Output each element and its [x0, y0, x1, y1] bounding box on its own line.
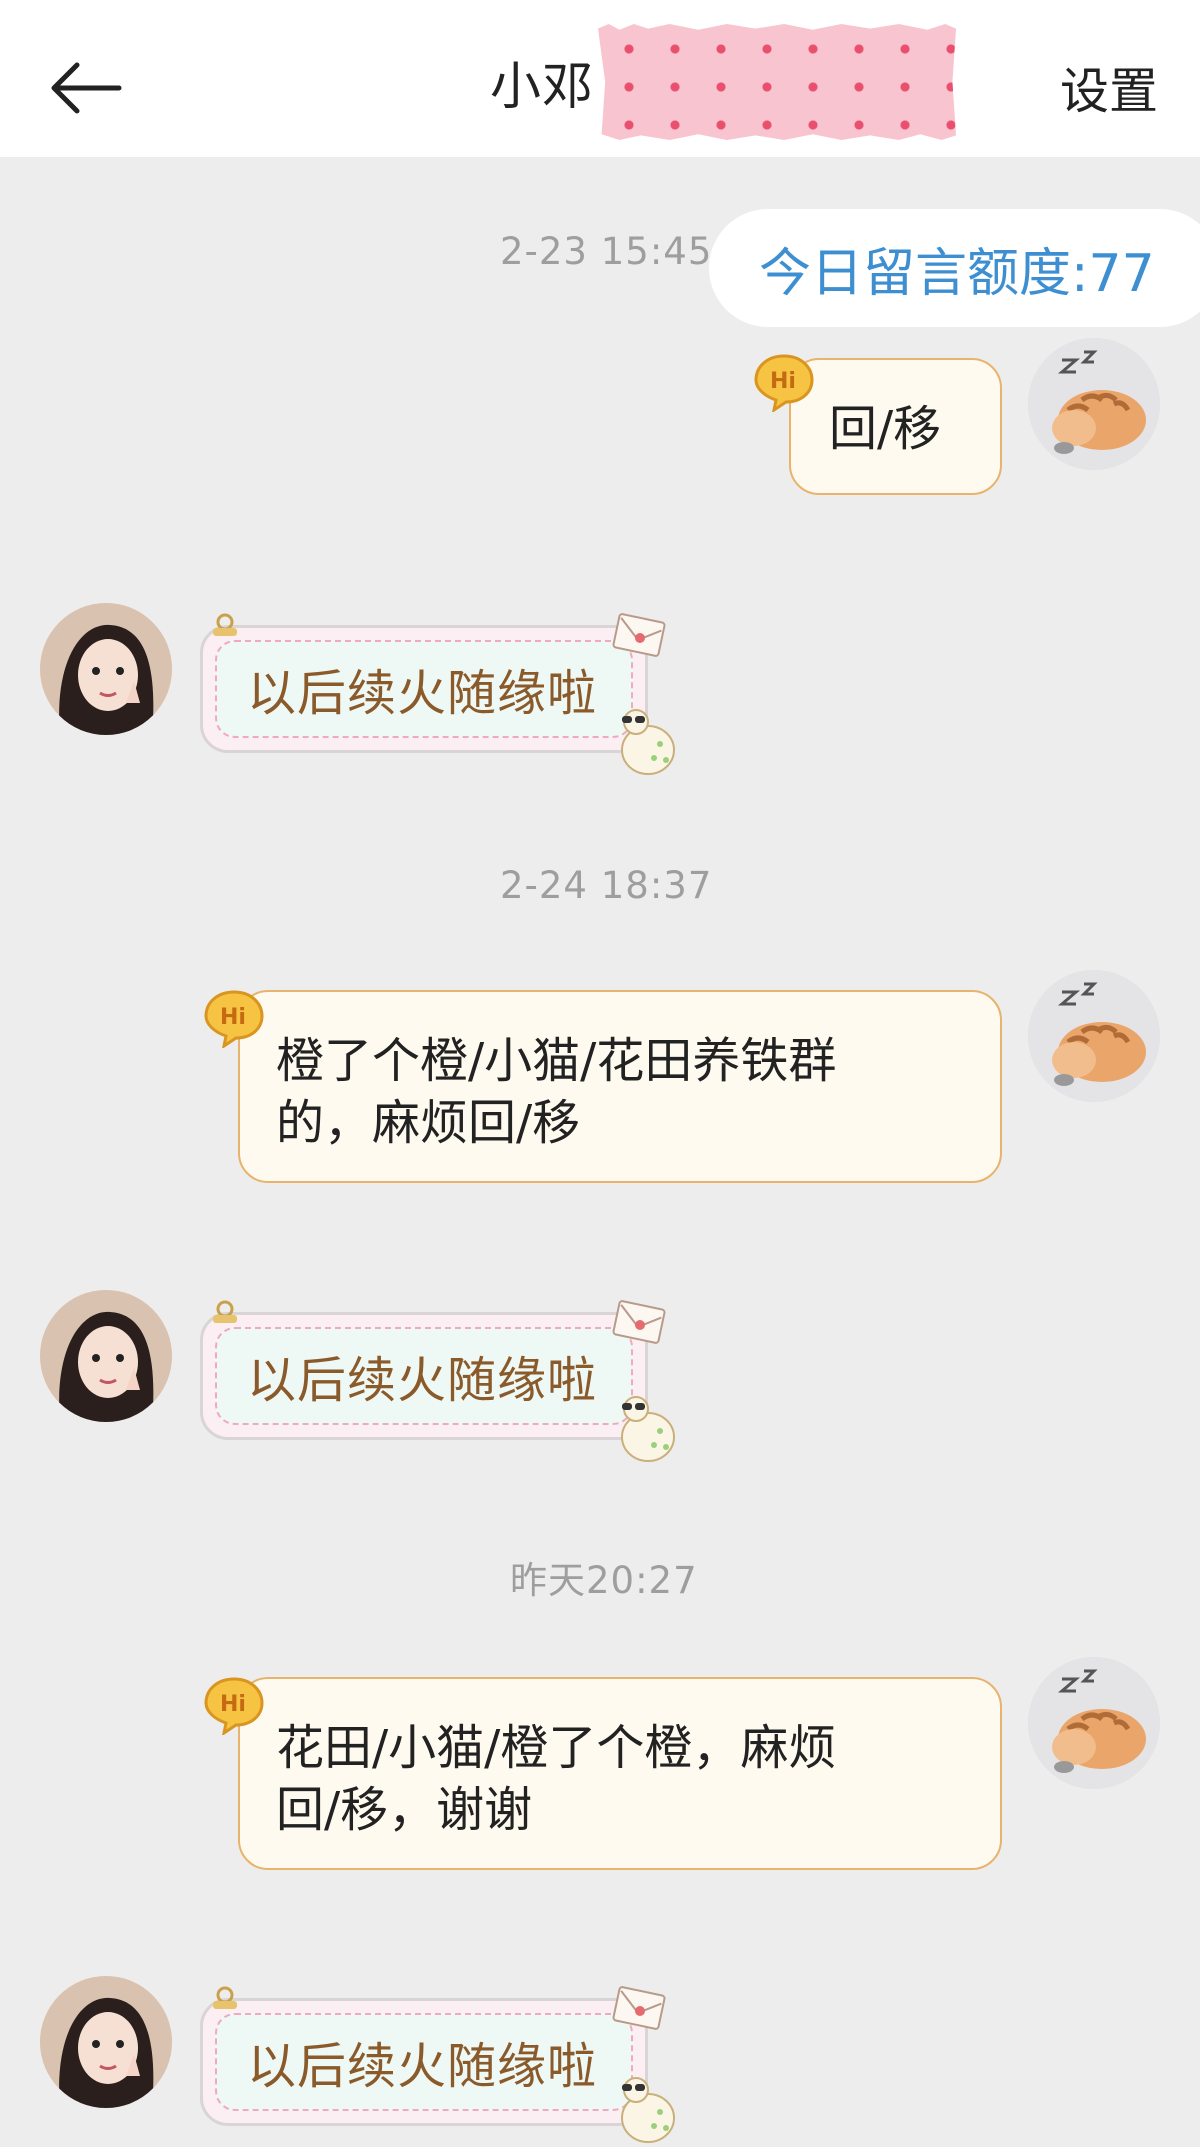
girl-portrait-icon: [40, 603, 172, 735]
envelope-icon: [612, 613, 666, 657]
message-frame: 以后续火随缘啦: [215, 1327, 633, 1425]
chat-title-area: 小邓: [490, 22, 957, 142]
girl-portrait-icon: [40, 1290, 172, 1422]
my-avatar[interactable]: [1028, 970, 1160, 1102]
message-frame: 以后续火随缘啦: [215, 640, 633, 738]
timestamp: 2-23 15:45: [500, 230, 713, 273]
svg-text:Hi: Hi: [220, 1005, 246, 1030]
my-avatar[interactable]: [1028, 338, 1160, 470]
contact-avatar[interactable]: [40, 1976, 172, 2108]
outgoing-message-bubble[interactable]: 花田/小猫/橙了个橙，麻烦 回/移，谢谢: [238, 1677, 1002, 1870]
message-text-line: 花田/小猫/橙了个橙，麻烦: [276, 1720, 837, 1776]
clip-icon: [213, 613, 237, 636]
bear-with-sunglasses-icon: [621, 709, 675, 775]
message-text: 回/移: [829, 401, 942, 457]
hi-badge-icon: Hi: [204, 990, 264, 1048]
sleeping-cat-icon: [1028, 338, 1160, 470]
timestamp: 2-24 18:37: [500, 864, 713, 907]
my-avatar[interactable]: [1028, 1657, 1160, 1789]
bear-with-sunglasses-icon: [621, 1396, 675, 1462]
arrow-left-icon: [51, 62, 122, 114]
envelope-icon: [612, 1986, 666, 2030]
incoming-message-bubble[interactable]: 以后续火随缘啦: [200, 625, 648, 753]
message-text: 以后续火随缘啦: [247, 664, 598, 722]
quota-text: 今日留言额度:77: [759, 243, 1155, 304]
chat-header: 小邓 设置: [0, 0, 1200, 157]
envelope-icon: [612, 1300, 666, 1344]
bear-with-sunglasses-icon: [621, 2077, 675, 2143]
sleeping-cat-icon: [1028, 970, 1160, 1102]
sleeping-cat-icon: [1028, 1657, 1160, 1789]
girl-portrait-icon: [40, 1976, 172, 2108]
outgoing-message-bubble[interactable]: 橙了个橙/小猫/花田养铁群 的，麻烦回/移: [238, 990, 1002, 1183]
timestamp: 昨天20:27: [510, 1559, 698, 1602]
outgoing-message-bubble[interactable]: 回/移: [789, 358, 1002, 495]
message-text-line: 橙了个橙/小猫/花田养铁群: [276, 1033, 837, 1089]
hi-badge-icon: Hi: [754, 354, 814, 412]
message-text-line: 回/移，谢谢: [276, 1782, 533, 1838]
incoming-message-bubble[interactable]: 以后续火随缘啦: [200, 1312, 648, 1440]
name-redaction-sticker: [598, 24, 957, 140]
hi-badge-icon: Hi: [204, 1677, 264, 1735]
clip-icon: [213, 1300, 237, 1323]
settings-button[interactable]: 设置: [1060, 52, 1158, 123]
message-text: 以后续火随缘啦: [247, 1351, 598, 1409]
message-frame: 以后续火随缘啦: [215, 2013, 633, 2111]
contact-avatar[interactable]: [40, 603, 172, 735]
svg-text:Hi: Hi: [220, 1692, 246, 1717]
incoming-message-bubble[interactable]: 以后续火随缘啦: [200, 1998, 648, 2126]
back-button[interactable]: [40, 50, 130, 126]
message-text: 以后续火随缘啦: [247, 2037, 598, 2095]
message-text-line: 的，麻烦回/移: [276, 1095, 581, 1151]
svg-text:Hi: Hi: [770, 369, 796, 394]
contact-avatar[interactable]: [40, 1290, 172, 1422]
quota-badge: 今日留言额度:77: [709, 209, 1200, 327]
clip-icon: [213, 1986, 237, 2009]
page-title: 小邓: [490, 58, 595, 117]
